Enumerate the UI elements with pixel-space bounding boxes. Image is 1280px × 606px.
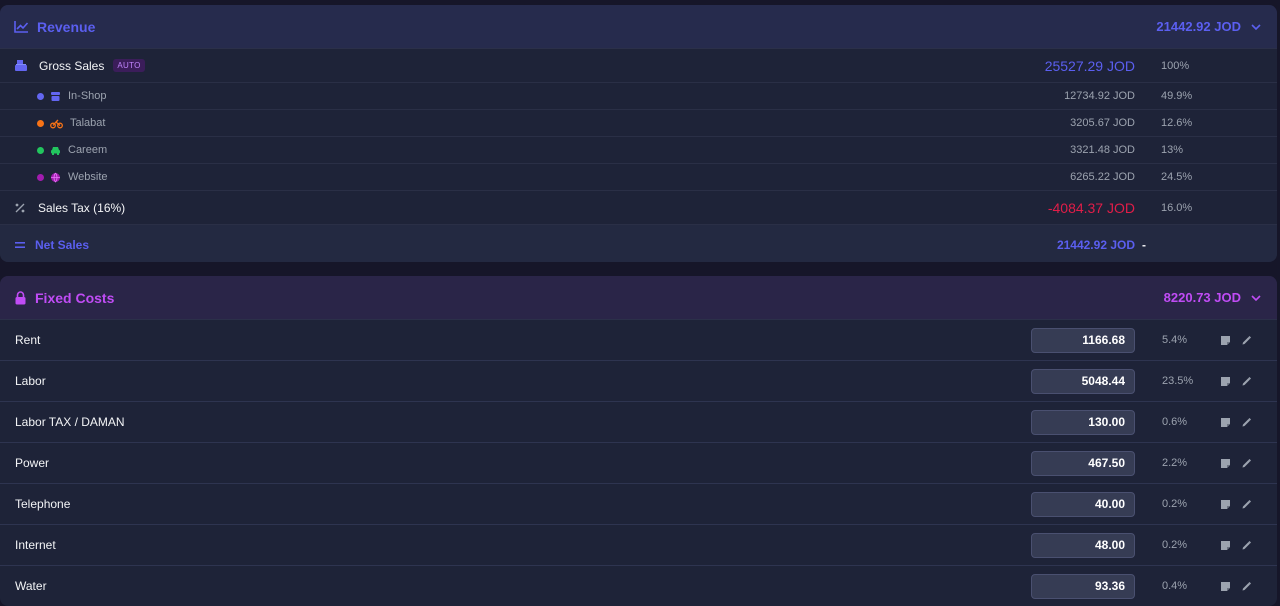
note-icon[interactable] [1220,376,1231,387]
note-icon[interactable] [1220,540,1231,551]
note-icon[interactable] [1220,335,1231,346]
fixed-costs-list: Rent 1166.68 5.4% Labor 5048.44 23.5% Labor TA… [0,320,1277,606]
website-pct: 24.5% [1161,171,1193,183]
fixed-cost-pct: 0.6% [1162,416,1188,428]
sales-tax-value: -4084.37 JOD [1047,199,1135,216]
note-icon[interactable] [1220,417,1231,428]
fixed-cost-row: Labor TAX / DAMAN 130.00 0.6% [0,402,1277,443]
fixed-costs-section: Fixed Costs 8220.73 JOD Rent 1166.68 5.4% L… [0,276,1277,606]
in-shop-label: In-Shop [68,90,107,102]
talabat-pct: 12.6% [1161,117,1193,129]
fixed-cost-label: Power [15,456,50,470]
car-icon [50,145,61,156]
note-icon[interactable] [1220,581,1231,592]
fixed-cost-label: Labor TAX / DAMAN [15,415,125,429]
channel-row-website: Website 6265.22 JOD 24.5% [0,164,1277,191]
pencil-icon[interactable] [1241,540,1252,551]
fixed-cost-label: Internet [15,538,56,552]
careem-label: Careem [68,144,108,156]
fixed-cost-label: Rent [15,333,41,347]
note-icon[interactable] [1220,458,1231,469]
channel-row-talabat: Talabat 3205.67 JOD 12.6% [0,110,1277,137]
auto-badge: AUTO [113,59,145,72]
fixed-cost-amount-input[interactable]: 93.36 [1031,573,1135,599]
fixed-cost-pct: 0.4% [1162,580,1188,592]
note-icon[interactable] [1220,499,1231,510]
careem-pct: 13% [1161,144,1184,156]
fixed-cost-pct: 23.5% [1162,375,1194,387]
gross-sales-pct: 100% [1161,59,1190,72]
sales-tax-row: Sales Tax (16%) -4084.37 JOD 16.0% [0,191,1277,225]
website-value: 6265.22 JOD [1070,171,1135,183]
pencil-icon[interactable] [1241,499,1252,510]
store-icon [50,91,61,102]
fixed-cost-pct: 0.2% [1162,498,1188,510]
net-sales-label: Net Sales [35,237,90,252]
fixed-cost-amount-input[interactable]: 467.50 [1031,450,1135,476]
talabat-label: Talabat [70,117,106,129]
gross-sales-label: Gross Sales [39,58,105,73]
fixed-cost-amount-input[interactable]: 48.00 [1031,532,1135,558]
chevron-down-icon[interactable] [1249,291,1263,305]
fixed-cost-row: Telephone 40.00 0.2% [0,484,1277,525]
fixed-cost-amount-input[interactable]: 130.00 [1031,409,1135,435]
sales-tax-pct: 16.0% [1161,201,1193,214]
fixed-cost-row: Rent 1166.68 5.4% [0,320,1277,361]
fixed-cost-amount-input[interactable]: 1166.68 [1031,327,1135,353]
careem-dot [37,146,44,154]
fixed-costs-total: 8220.73 JOD [1163,290,1241,305]
lock-icon [14,290,27,305]
pencil-icon[interactable] [1241,581,1252,592]
globe-icon [50,172,61,183]
fixed-cost-label: Telephone [15,497,71,511]
pencil-icon[interactable] [1241,376,1252,387]
revenue-header[interactable]: Revenue 21442.92 JOD [0,5,1277,49]
net-sales-value: 21442.92 JOD [1056,237,1135,252]
fixed-costs-header[interactable]: Fixed Costs 8220.73 JOD [0,276,1277,320]
in-shop-pct: 49.9% [1161,90,1193,102]
careem-value: 3321.48 JOD [1070,144,1135,156]
gross-sales-value: 25527.29 JOD [1044,57,1135,74]
fixed-cost-label: Labor [15,374,46,388]
website-dot [37,173,44,181]
fixed-costs-title: Fixed Costs [35,289,115,306]
equals-icon [14,240,26,250]
in-shop-value: 12734.92 JOD [1064,90,1135,102]
fixed-cost-row: Power 467.50 2.2% [0,443,1277,484]
motorcycle-icon [50,118,63,129]
revenue-title: Revenue [37,18,96,35]
cash-register-icon [14,59,28,72]
net-sales-row: Net Sales 21442.92 JOD - [0,225,1277,262]
fixed-cost-amount-input[interactable]: 5048.44 [1031,368,1135,394]
in-shop-dot [37,92,44,100]
fixed-cost-pct: 0.2% [1162,539,1188,551]
website-label: Website [68,171,108,183]
talabat-value: 3205.67 JOD [1070,117,1135,129]
pencil-icon[interactable] [1241,458,1252,469]
fixed-cost-amount-input[interactable]: 40.00 [1031,491,1135,517]
revenue-section: Revenue 21442.92 JOD Gross Sales AUTO 25… [0,5,1277,262]
channel-row-careem: Careem 3321.48 JOD 13% [0,137,1277,164]
fixed-cost-row: Labor 5048.44 23.5% [0,361,1277,402]
revenue-total: 21442.92 JOD [1156,19,1241,34]
pencil-icon[interactable] [1241,417,1252,428]
fixed-cost-pct: 2.2% [1162,457,1188,469]
chevron-down-icon[interactable] [1249,20,1263,34]
percent-icon [14,202,26,214]
chart-line-icon [14,20,29,33]
net-sales-suffix: - [1142,237,1146,252]
fixed-cost-row: Internet 48.00 0.2% [0,525,1277,566]
channel-row-in-shop: In-Shop 12734.92 JOD 49.9% [0,83,1277,110]
fixed-cost-pct: 5.4% [1162,334,1188,346]
gross-sales-row: Gross Sales AUTO 25527.29 JOD 100% [0,49,1277,83]
talabat-dot [37,119,44,127]
sales-tax-label: Sales Tax (16%) [38,200,126,215]
fixed-cost-row: Water 93.36 0.4% [0,566,1277,606]
pencil-icon[interactable] [1241,335,1252,346]
